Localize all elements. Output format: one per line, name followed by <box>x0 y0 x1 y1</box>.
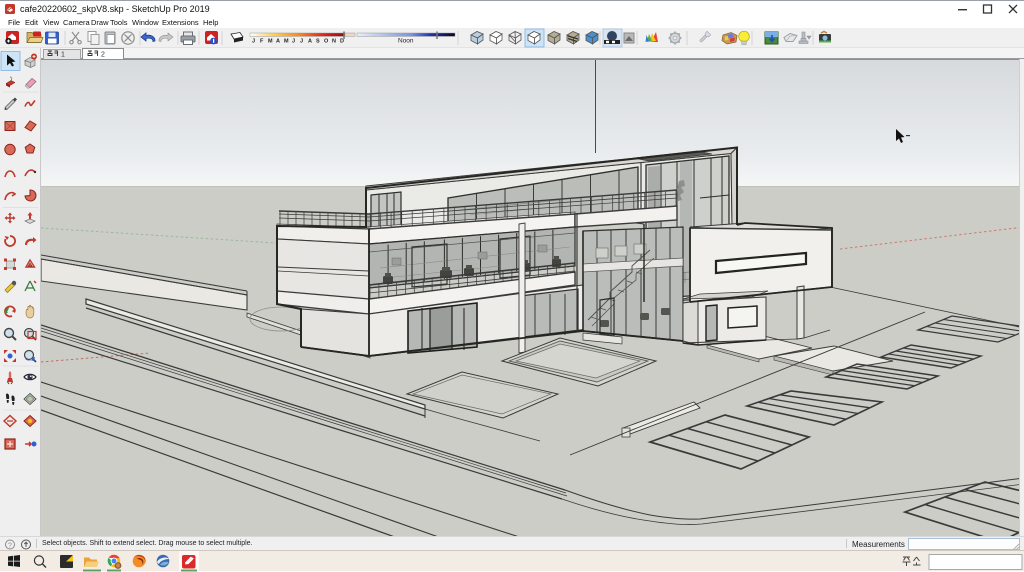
svg-text:M: M <box>268 39 273 45</box>
svg-text:A: A <box>308 39 312 45</box>
svg-text:N: N <box>332 39 336 45</box>
svg-text:1: 1 <box>61 52 65 59</box>
svg-text:J: J <box>300 39 303 45</box>
svg-text:A: A <box>276 39 280 45</box>
svg-text:J: J <box>252 39 255 45</box>
svg-text:F: F <box>260 39 264 45</box>
svg-text:O: O <box>324 39 329 45</box>
svg-text:Noon: Noon <box>398 38 414 45</box>
svg-text:S: S <box>316 39 320 45</box>
svg-text:M: M <box>284 39 289 45</box>
svg-text:?: ? <box>8 542 12 549</box>
svg-text:2: 2 <box>101 52 105 59</box>
svg-text:J: J <box>292 39 295 45</box>
svg-text:D: D <box>340 39 344 45</box>
